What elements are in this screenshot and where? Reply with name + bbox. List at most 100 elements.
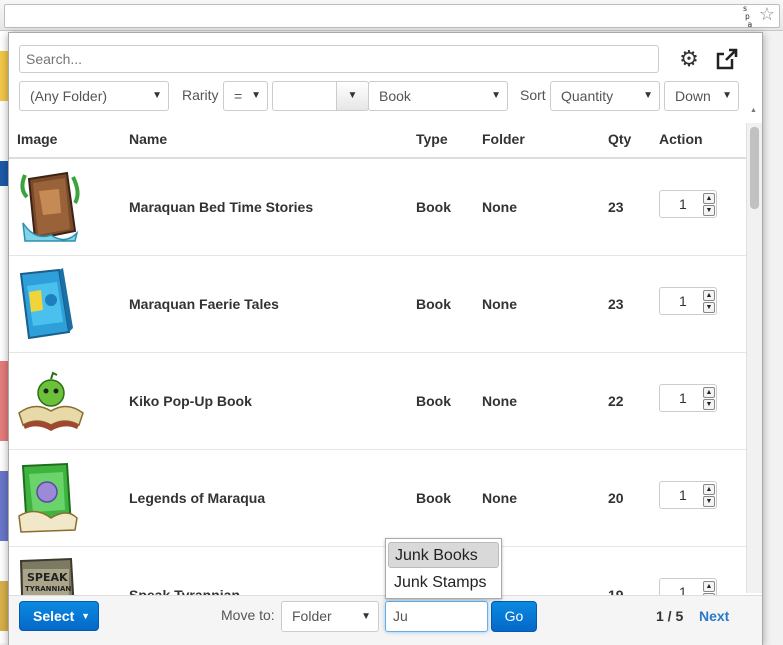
increment-icon[interactable]: ▲ (703, 290, 715, 301)
item-qty: 22 (608, 393, 624, 409)
scroll-up-arrow-icon[interactable]: ▲ (750, 107, 758, 115)
book-cover-title: SPEAK (27, 571, 68, 584)
table-scrollbar[interactable] (746, 123, 762, 593)
increment-icon[interactable]: ▲ (703, 484, 715, 495)
decrement-icon[interactable]: ▼ (703, 302, 715, 313)
sort-label: Sort (520, 87, 546, 103)
quantity-stepper[interactable]: 1 ▲ ▼ (659, 287, 717, 315)
decrement-icon[interactable]: ▼ (703, 496, 715, 507)
header-qty[interactable]: Qty (608, 131, 631, 147)
item-qty: 23 (608, 199, 624, 215)
item-type: Book (416, 296, 451, 312)
header-name[interactable]: Name (129, 131, 167, 147)
chevron-down-icon: ▼ (491, 90, 501, 101)
item-image (15, 169, 85, 245)
header-action: Action (659, 131, 703, 147)
select-button-label: Select (33, 608, 75, 624)
decrement-icon[interactable]: ▼ (703, 399, 715, 410)
item-qty: 19 (608, 587, 624, 595)
chevron-down-icon: ▼ (643, 90, 653, 101)
quantity-value: 1 (679, 293, 687, 309)
folder-name-input-value: Ju (393, 608, 408, 624)
rarity-operator-value: = (234, 88, 243, 104)
increment-icon[interactable]: ▲ (703, 193, 715, 204)
rarity-dropdown-button[interactable]: ▼ (336, 81, 369, 111)
move-folder-select-value: Folder (292, 608, 332, 624)
gear-icon[interactable]: ⚙ (677, 47, 701, 71)
item-image (15, 266, 85, 342)
bookmark-star-icon[interactable]: ☆ (757, 4, 777, 24)
chevron-down-icon: ▼ (251, 90, 261, 101)
chevron-down-icon: ▼ (722, 90, 732, 101)
next-page-link[interactable]: Next (699, 601, 729, 631)
item-folder: None (482, 296, 517, 312)
increment-icon[interactable]: ▲ (703, 387, 715, 398)
item-qty: 20 (608, 490, 624, 506)
item-name[interactable]: Legends of Maraqua (129, 490, 265, 506)
item-image: SPEAK TYRANNIAN (15, 557, 85, 595)
item-folder: None (482, 199, 517, 215)
item-name[interactable]: Kiko Pop-Up Book (129, 393, 252, 409)
inventory-popup: ⚙ (Any Folder) ▼ Rarity = ▼ ▼ Book ▼ Sor… (8, 32, 763, 645)
move-to-label: Move to: (221, 607, 275, 623)
quantity-stepper[interactable]: 1 ▲ ▼ (659, 384, 717, 412)
increment-icon[interactable]: ▲ (703, 581, 715, 592)
item-qty: 23 (608, 296, 624, 312)
table-row: Kiko Pop-Up Book Book None 22 1 ▲ ▼ (9, 353, 746, 450)
quantity-value: 1 (679, 487, 687, 503)
table-row: Maraquan Faerie Tales Book None 23 1 ▲ ▼ (9, 256, 746, 353)
decrement-icon[interactable]: ▼ (703, 205, 715, 216)
folder-name-input[interactable]: Ju (385, 601, 488, 632)
item-folder: None (482, 490, 517, 506)
browser-toolbar: s p a ☆ (0, 0, 783, 31)
header-image[interactable]: Image (17, 131, 57, 147)
chevron-down-icon: ▼ (152, 90, 162, 101)
item-name[interactable]: Speak Tyrannian (129, 587, 240, 595)
search-input[interactable] (19, 45, 659, 73)
quantity-stepper[interactable]: 1 ▲ ▼ (659, 481, 717, 509)
item-image (15, 363, 85, 439)
page-count: 1 / 5 (656, 608, 684, 624)
item-folder: None (482, 393, 517, 409)
item-image (15, 460, 85, 536)
sort-by-value: Quantity (561, 88, 614, 104)
folder-autocomplete-dropdown: Junk Books Junk Stamps (385, 538, 502, 599)
move-folder-select[interactable]: Folder ▼ (281, 601, 379, 632)
sort-direction-select[interactable]: Down ▼ (664, 81, 739, 111)
table-row: Legends of Maraqua Book None 20 1 ▲ ▼ (9, 450, 746, 547)
sort-direction-value: Down (675, 88, 711, 104)
chevron-down-icon: ▼ (81, 611, 90, 621)
folder-filter-value: (Any Folder) (30, 88, 108, 104)
rarity-operator-select[interactable]: = ▼ (223, 81, 268, 111)
table-row: SPEAK TYRANNIAN Speak Tyrannian 19 1 ▲ ▼ (9, 547, 746, 595)
type-filter-value: Book (379, 88, 411, 104)
chevron-down-icon: ▼ (361, 611, 371, 622)
rarity-value-input[interactable] (272, 81, 338, 111)
extension-icon[interactable]: s p a (735, 5, 755, 29)
table-row: Maraquan Bed Time Stories Book None 23 1… (9, 159, 746, 256)
popout-icon[interactable] (715, 47, 739, 71)
scrollbar-thumb[interactable] (750, 127, 759, 209)
footer-bar: Select ▼ Move to: Folder ▼ Ju Go 1 / 5 N… (9, 595, 762, 645)
table-header: Image Name Type Folder Qty Action (9, 123, 746, 159)
go-button[interactable]: Go (491, 601, 537, 632)
type-filter-select[interactable]: Book ▼ (368, 81, 508, 111)
autocomplete-option[interactable]: Junk Stamps (388, 570, 499, 596)
item-type: Book (416, 199, 451, 215)
quantity-stepper[interactable]: 1 ▲ ▼ (659, 190, 717, 218)
quantity-stepper[interactable]: 1 ▲ ▼ (659, 578, 717, 595)
autocomplete-option[interactable]: Junk Books (388, 542, 499, 568)
address-bar[interactable] (4, 4, 780, 28)
item-name[interactable]: Maraquan Faerie Tales (129, 296, 279, 312)
item-name[interactable]: Maraquan Bed Time Stories (129, 199, 313, 215)
item-type: Book (416, 490, 451, 506)
item-type: Book (416, 393, 451, 409)
sort-by-select[interactable]: Quantity ▼ (550, 81, 660, 111)
rarity-label: Rarity (182, 87, 219, 103)
header-folder[interactable]: Folder (482, 131, 525, 147)
quantity-value: 1 (679, 196, 687, 212)
folder-filter-select[interactable]: (Any Folder) ▼ (19, 81, 169, 111)
header-type[interactable]: Type (416, 131, 448, 147)
select-button[interactable]: Select ▼ (19, 601, 99, 631)
book-cover-subtitle: TYRANNIAN (25, 585, 71, 593)
